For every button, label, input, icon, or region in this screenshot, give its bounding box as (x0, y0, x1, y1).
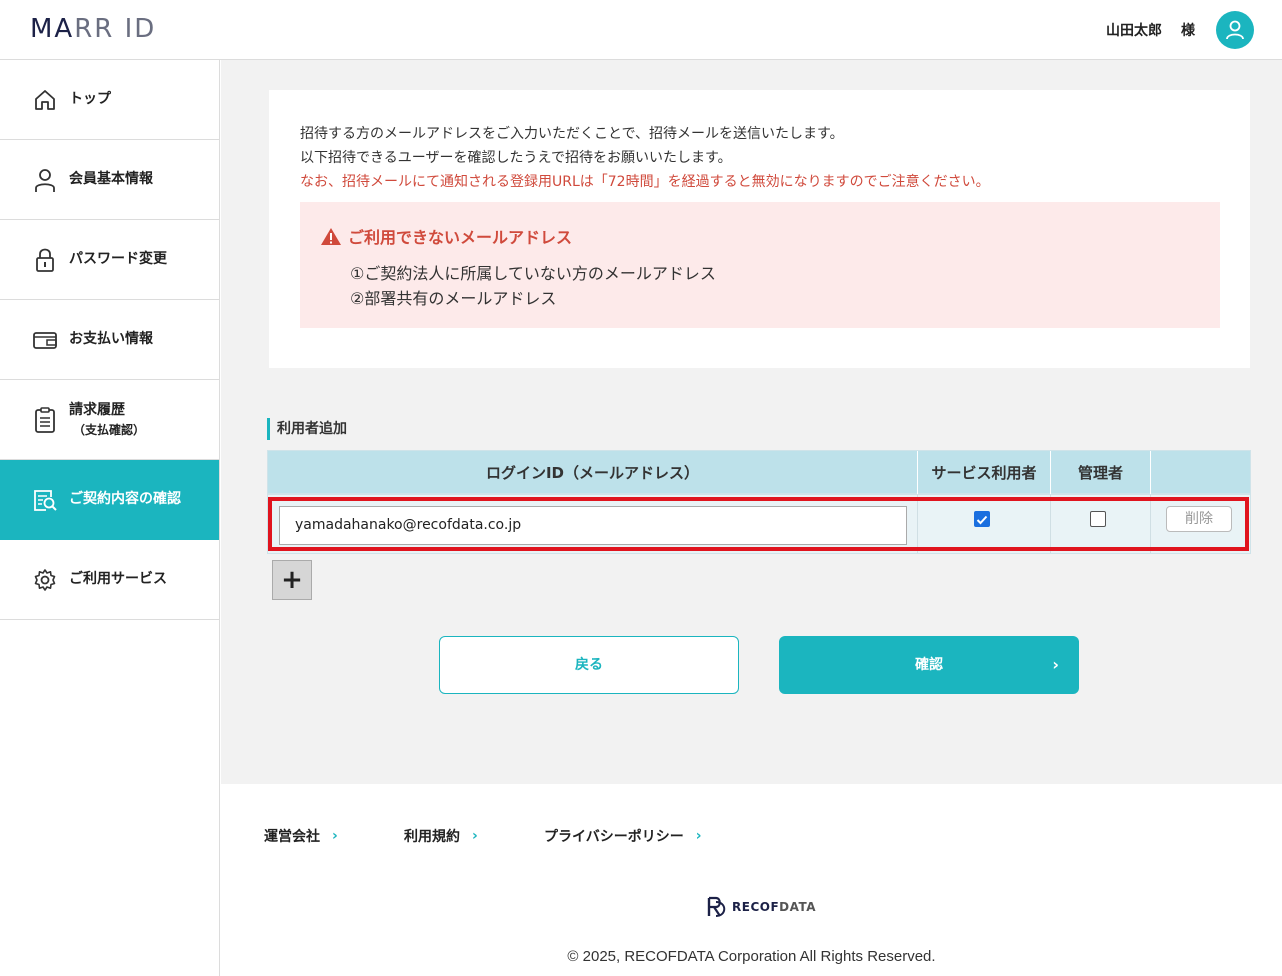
sidebar-item-label: お支払い情報 (69, 331, 153, 348)
cell-email: yamadahanako@recofdata.co.jp (268, 495, 918, 553)
footer-link-terms[interactable]: 利用規約 › (404, 826, 478, 846)
admin-checkbox[interactable] (1090, 511, 1106, 527)
confirm-button[interactable]: 確認 › (779, 636, 1079, 694)
lock-icon (32, 247, 58, 273)
sidebar: トップ 会員基本情報 パスワード変更 お支払い情報 請求履歴 （支払確認） ご契約… (0, 60, 220, 976)
notice-warning-text: なお、招待メールにて通知される登録用URLは「72時間」を経過すると無効になりま… (300, 174, 990, 190)
user-name: 山田太郎 (1106, 23, 1162, 39)
service-user-checkbox[interactable] (974, 511, 990, 527)
sidebar-item-member-info[interactable]: 会員基本情報 (0, 140, 219, 220)
back-button[interactable]: 戻る (439, 636, 739, 694)
marr-id-logo[interactable]: MARR ID (30, 14, 156, 44)
gear-icon (32, 567, 58, 593)
header: MARR ID 山田太郎 様 (0, 0, 1282, 60)
warning-title: ご利用できないメールアドレス (320, 224, 572, 248)
sidebar-item-services[interactable]: ご利用サービス (0, 540, 219, 620)
notice-text: 以下招待できるユーザーを確認したうえで招待をお願いいたします。 (300, 150, 732, 166)
sidebar-item-label: 会員基本情報 (69, 171, 153, 188)
column-header-actions (1151, 451, 1251, 495)
table-row: yamadahanako@recofdata.co.jp 削除 (267, 494, 1251, 554)
sidebar-item-contract[interactable]: ご契約内容の確認 (0, 460, 219, 540)
sidebar-item-billing-history[interactable]: 請求履歴 （支払確認） (0, 380, 219, 460)
recofdata-logo: RECOF DATA (706, 896, 816, 918)
email-field[interactable]: yamadahanako@recofdata.co.jp (279, 506, 907, 545)
confirm-button-label: 確認 (915, 657, 943, 673)
sidebar-item-top[interactable]: トップ (0, 60, 219, 140)
cell-admin (1051, 495, 1151, 553)
delete-button[interactable]: 削除 (1166, 506, 1232, 532)
chevron-right-icon: › (695, 828, 702, 844)
warning-item: ②部署共有のメールアドレス (350, 289, 557, 308)
column-header-admin: 管理者 (1051, 451, 1151, 495)
recofdata-mark-icon (707, 896, 726, 917)
column-header-service-user: サービス利用者 (918, 451, 1051, 495)
notice-text: 招待する方のメールアドレスをご入力いただくことで、招待メールを送信いたします。 (300, 126, 844, 142)
cell-service-user (918, 495, 1051, 553)
footer: 運営会社 › 利用規約 › プライバシーポリシー › RECOF DATA © 2025… (221, 784, 1282, 976)
contract-search-icon (32, 487, 58, 513)
warning-icon (321, 227, 341, 245)
sidebar-item-label: 請求履歴 （支払確認） (69, 399, 145, 441)
warning-item: ①ご契約法人に所属していない方のメールアドレス (350, 264, 716, 283)
column-header-login-id: ログインID（メールアドレス） (268, 451, 918, 495)
invite-notice: 招待する方のメールアドレスをご入力いただくことで、招待メールを送信いたします。 … (269, 90, 1250, 368)
footer-link-company[interactable]: 運営会社 › (264, 826, 338, 846)
sidebar-item-payment[interactable]: お支払い情報 (0, 300, 219, 380)
sidebar-item-label: トップ (69, 91, 111, 108)
cell-actions: 削除 (1151, 495, 1251, 553)
copyright: © 2025, RECOFDATA Corporation All Rights… (567, 948, 936, 965)
user-table-header: ログインID（メールアドレス） サービス利用者 管理者 (267, 450, 1251, 495)
add-row-button[interactable]: + (272, 560, 312, 600)
avatar[interactable] (1216, 11, 1254, 49)
chevron-right-icon: › (1052, 655, 1059, 674)
person-icon (32, 167, 58, 193)
chevron-right-icon: › (332, 828, 338, 844)
sidebar-item-label: パスワード変更 (69, 251, 167, 268)
sidebar-item-sublabel: （支払確認） (73, 423, 146, 438)
sidebar-item-password[interactable]: パスワード変更 (0, 220, 219, 300)
footer-link-privacy[interactable]: プライバシーポリシー › (544, 826, 702, 846)
sidebar-item-label: ご契約内容の確認 (69, 491, 181, 508)
checkmark-icon (976, 515, 988, 525)
main-content: 招待する方のメールアドレスをご入力いただくことで、招待メールを送信いたします。 … (221, 60, 1282, 784)
chevron-right-icon: › (472, 828, 478, 844)
clipboard-icon (32, 406, 58, 433)
section-title: 利用者追加 (267, 418, 347, 440)
warning-box: ご利用できないメールアドレス ①ご契約法人に所属していない方のメールアドレス ②… (300, 202, 1220, 328)
home-icon (32, 87, 58, 113)
sidebar-item-label: ご利用サービス (69, 571, 167, 588)
user-honorific: 様 (1181, 23, 1195, 39)
user-icon (1226, 20, 1244, 40)
wallet-icon (32, 327, 58, 353)
